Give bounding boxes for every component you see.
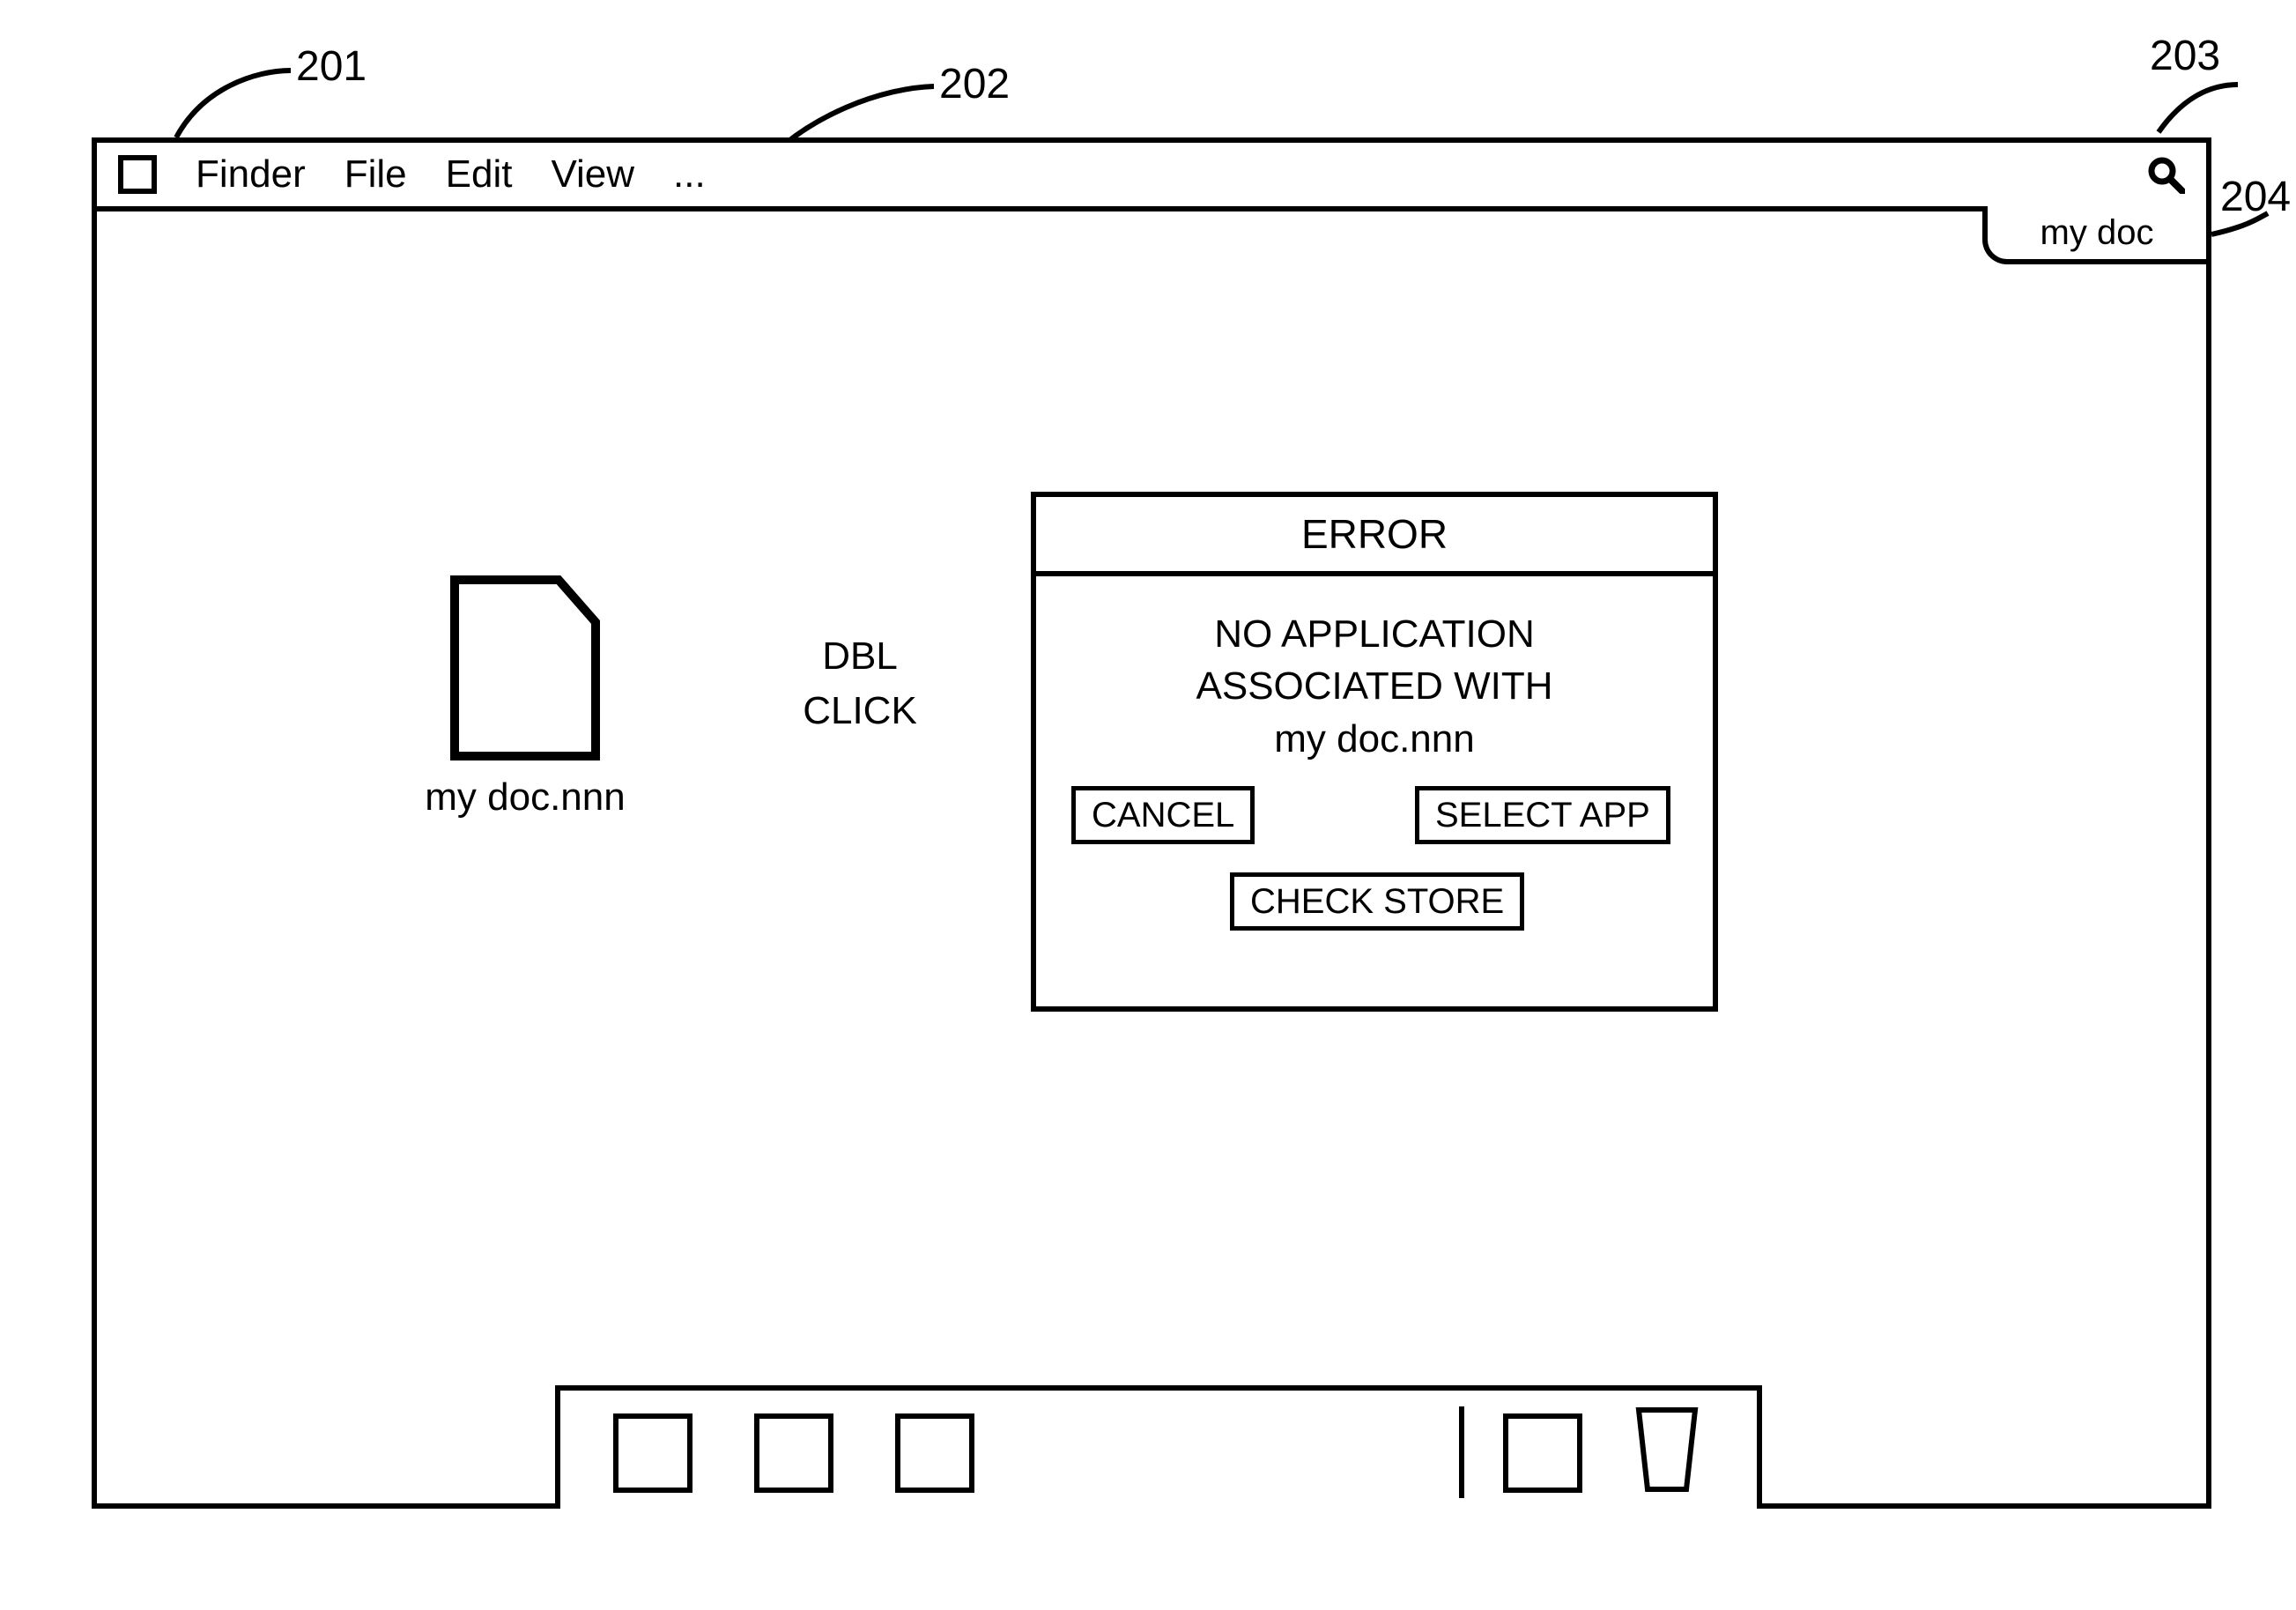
dock-app-3[interactable]	[895, 1413, 974, 1493]
check-store-button[interactable]: CHECK STORE	[1230, 872, 1524, 931]
dock-app-1[interactable]	[613, 1413, 693, 1493]
cancel-button[interactable]: CANCEL	[1071, 786, 1255, 844]
desktop-window: Finder File Edit View ... my doc my doc.…	[92, 137, 2211, 1509]
menu-finder[interactable]: Finder	[196, 152, 306, 197]
action-line1: DBL	[822, 634, 898, 678]
select-app-button[interactable]: SELECT APP	[1415, 786, 1670, 844]
error-dialog: ERROR NO APPLICATION ASSOCIATED WITH my …	[1031, 492, 1718, 1012]
dialog-message: NO APPLICATION ASSOCIATED WITH my doc.nn…	[1036, 576, 1713, 765]
ref-204: 204	[2220, 173, 2291, 221]
ref-202: 202	[939, 60, 1010, 108]
menu-file[interactable]: File	[344, 152, 407, 197]
dialog-message-l3: my doc.nnn	[1274, 717, 1474, 760]
dock-app-4[interactable]	[1503, 1413, 1582, 1493]
menu-edit[interactable]: Edit	[446, 152, 513, 197]
dock	[555, 1385, 1762, 1509]
desktop-file[interactable]: my doc.nnn	[393, 571, 657, 820]
ref-201: 201	[296, 42, 367, 91]
apple-menu-icon[interactable]	[118, 155, 157, 194]
menu-more[interactable]: ...	[673, 152, 706, 197]
dock-app-2[interactable]	[754, 1413, 833, 1493]
search-field-value: my doc	[2040, 213, 2154, 253]
dialog-message-l2: ASSOCIATED WITH	[1196, 664, 1553, 708]
file-name: my doc.nnn	[393, 775, 657, 820]
search-field[interactable]: my doc	[1982, 206, 2211, 264]
dialog-title: ERROR	[1036, 497, 1713, 576]
ref-203: 203	[2150, 32, 2220, 80]
trash-icon[interactable]	[1626, 1403, 1707, 1495]
menu-view[interactable]: View	[551, 152, 634, 197]
menubar: Finder File Edit View ...	[97, 143, 2206, 211]
file-icon	[446, 571, 604, 765]
action-line2: CLICK	[803, 689, 917, 732]
dock-divider	[1459, 1406, 1464, 1498]
dialog-message-l1: NO APPLICATION	[1214, 612, 1535, 656]
search-icon[interactable]	[2146, 155, 2185, 194]
